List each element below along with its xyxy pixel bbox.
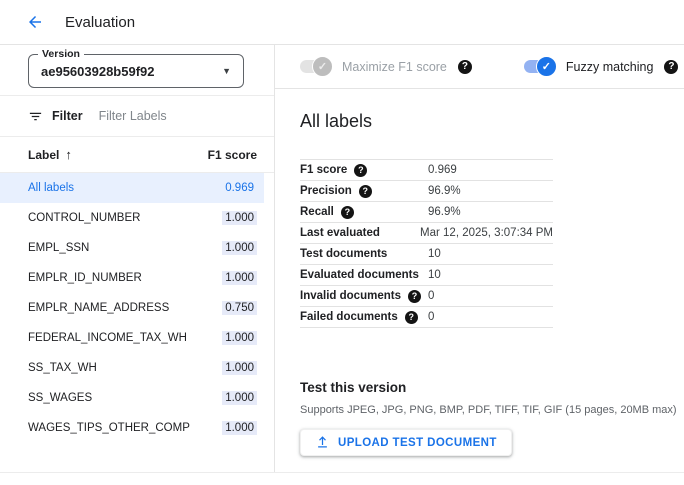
row-label: SS_WAGES: [28, 392, 93, 404]
metric-value: Mar 12, 2025, 3:07:34 PM: [420, 227, 553, 239]
upload-test-document-button[interactable]: UPLOAD TEST DOCUMENT: [300, 429, 512, 456]
table-row[interactable]: EMPLR_ID_NUMBER 1.000: [0, 263, 264, 293]
metric-row: Last evaluated Mar 12, 2025, 3:07:34 PM: [300, 223, 553, 244]
row-label: FEDERAL_INCOME_TAX_WH: [28, 332, 187, 344]
filter-bar[interactable]: Filter: [0, 96, 274, 137]
details-panel: ✓ Maximize F1 score ? ✓ Fuzzy matching ?…: [275, 45, 684, 472]
metric-value: 0: [428, 311, 435, 323]
row-score: 1.000: [222, 391, 257, 405]
metric-row: Test documents 10: [300, 244, 553, 265]
details-heading: All labels: [300, 111, 373, 131]
metric-row: Evaluated documents 10: [300, 265, 553, 286]
back-arrow-icon: [26, 13, 44, 31]
labels-sidebar: Version ae95603928b59f92 ▼ Filter Label ↑…: [0, 45, 275, 472]
supported-formats-text: Supports JPEG, JPG, PNG, BMP, PDF, TIFF,…: [300, 404, 677, 416]
metric-row: Invalid documents ? 0: [300, 286, 553, 307]
version-select[interactable]: Version ae95603928b59f92 ▼: [28, 48, 244, 88]
metric-row: F1 score ? 0.969: [300, 160, 553, 181]
filter-label: Filter: [52, 109, 83, 123]
score-column-header: F1 score: [207, 147, 257, 162]
table-row[interactable]: EMPLR_NAME_ADDRESS 0.750: [0, 293, 264, 323]
metric-value: 96.9%: [428, 185, 461, 197]
maximize-f1-toggle: ✓: [300, 56, 333, 77]
metric-value: 96.9%: [428, 206, 461, 218]
fuzzy-matching-toggle[interactable]: ✓: [523, 56, 557, 77]
row-score: 0.750: [222, 301, 257, 315]
metric-label: Precision: [300, 185, 352, 197]
test-version-heading: Test this version: [300, 380, 407, 395]
metric-value: 0: [428, 290, 435, 302]
row-label: EMPLR_ID_NUMBER: [28, 272, 142, 284]
table-row[interactable]: SS_WAGES 1.000: [0, 383, 264, 413]
version-select-label: Version: [38, 48, 84, 60]
metric-row: Failed documents ? 0: [300, 307, 553, 328]
help-icon[interactable]: ?: [404, 310, 418, 324]
label-column-header: Label: [28, 148, 60, 162]
metric-label: Recall: [300, 206, 334, 218]
labels-table: All labels 0.969 CONTROL_NUMBER 1.000 EM…: [0, 173, 274, 443]
back-button[interactable]: [25, 12, 45, 32]
metric-label: Evaluated documents: [300, 269, 419, 281]
row-label: SS_TAX_WH: [28, 362, 97, 374]
row-score: 1.000: [222, 421, 257, 435]
metric-label: Last evaluated: [300, 227, 380, 239]
toggle-knob: ✓: [312, 56, 333, 77]
row-label: EMPL_SSN: [28, 242, 90, 254]
table-row[interactable]: EMPL_SSN 1.000: [0, 233, 264, 263]
help-icon[interactable]: ?: [358, 184, 372, 198]
row-score: 0.969: [225, 182, 254, 194]
sort-ascending-icon: ↑: [65, 147, 72, 162]
filter-input[interactable]: [98, 109, 229, 123]
row-score: 1.000: [222, 361, 257, 375]
row-score: 1.000: [222, 211, 257, 225]
dropdown-caret-icon: ▼: [222, 66, 231, 76]
row-label: CONTROL_NUMBER: [28, 212, 141, 224]
metric-label: Test documents: [300, 248, 388, 260]
test-version-section: Test this version Supports JPEG, JPG, PN…: [300, 380, 684, 456]
table-row[interactable]: FEDERAL_INCOME_TAX_WH 1.000: [0, 323, 264, 353]
page-header: Evaluation: [0, 0, 684, 45]
help-icon[interactable]: ?: [407, 289, 421, 303]
table-row[interactable]: WAGES_TIPS_OTHER_COMP 1.000: [0, 413, 264, 443]
page-title: Evaluation: [65, 13, 136, 31]
metrics-table: F1 score ? 0.969 Precision ? 96.9% Recal…: [300, 159, 553, 328]
filter-icon: [28, 109, 43, 124]
toggle-bar: ✓ Maximize F1 score ? ✓ Fuzzy matching ?: [275, 45, 684, 89]
metric-value: 10: [428, 269, 441, 281]
version-select-value: ae95603928b59f92: [41, 63, 155, 79]
help-icon[interactable]: ?: [354, 163, 368, 177]
upload-icon: [315, 435, 330, 450]
metric-row: Recall ? 96.9%: [300, 202, 553, 223]
row-score: 1.000: [222, 241, 257, 255]
row-label: All labels: [28, 182, 75, 194]
checkmark-icon: ✓: [317, 61, 328, 73]
maximize-f1-label: Maximize F1 score: [342, 59, 447, 74]
version-section: Version ae95603928b59f92 ▼: [0, 45, 274, 96]
table-row[interactable]: CONTROL_NUMBER 1.000: [0, 203, 264, 233]
help-icon[interactable]: ?: [457, 59, 472, 74]
fuzzy-matching-label: Fuzzy matching: [565, 59, 654, 74]
help-icon[interactable]: ?: [340, 205, 354, 219]
metric-value: 0.969: [428, 164, 457, 176]
table-row[interactable]: SS_TAX_WH 1.000: [0, 353, 264, 383]
metric-value: 10: [428, 248, 441, 260]
labels-table-header: Label ↑ F1 score: [0, 137, 274, 173]
metric-label: Failed documents: [300, 311, 398, 323]
toggle-knob: ✓: [535, 56, 557, 77]
help-icon[interactable]: ?: [664, 59, 679, 74]
row-label: EMPLR_NAME_ADDRESS: [28, 302, 170, 314]
table-row[interactable]: All labels 0.969: [0, 173, 264, 203]
row-score: 1.000: [222, 271, 257, 285]
metric-row: Precision ? 96.9%: [300, 181, 553, 202]
metric-label: Invalid documents: [300, 290, 401, 302]
row-label: WAGES_TIPS_OTHER_COMP: [28, 422, 190, 434]
checkmark-icon: ✓: [541, 61, 551, 73]
upload-button-label: UPLOAD TEST DOCUMENT: [338, 436, 497, 449]
label-column-sort[interactable]: Label ↑: [28, 147, 72, 162]
row-score: 1.000: [222, 331, 257, 345]
metric-label: F1 score: [300, 164, 348, 176]
